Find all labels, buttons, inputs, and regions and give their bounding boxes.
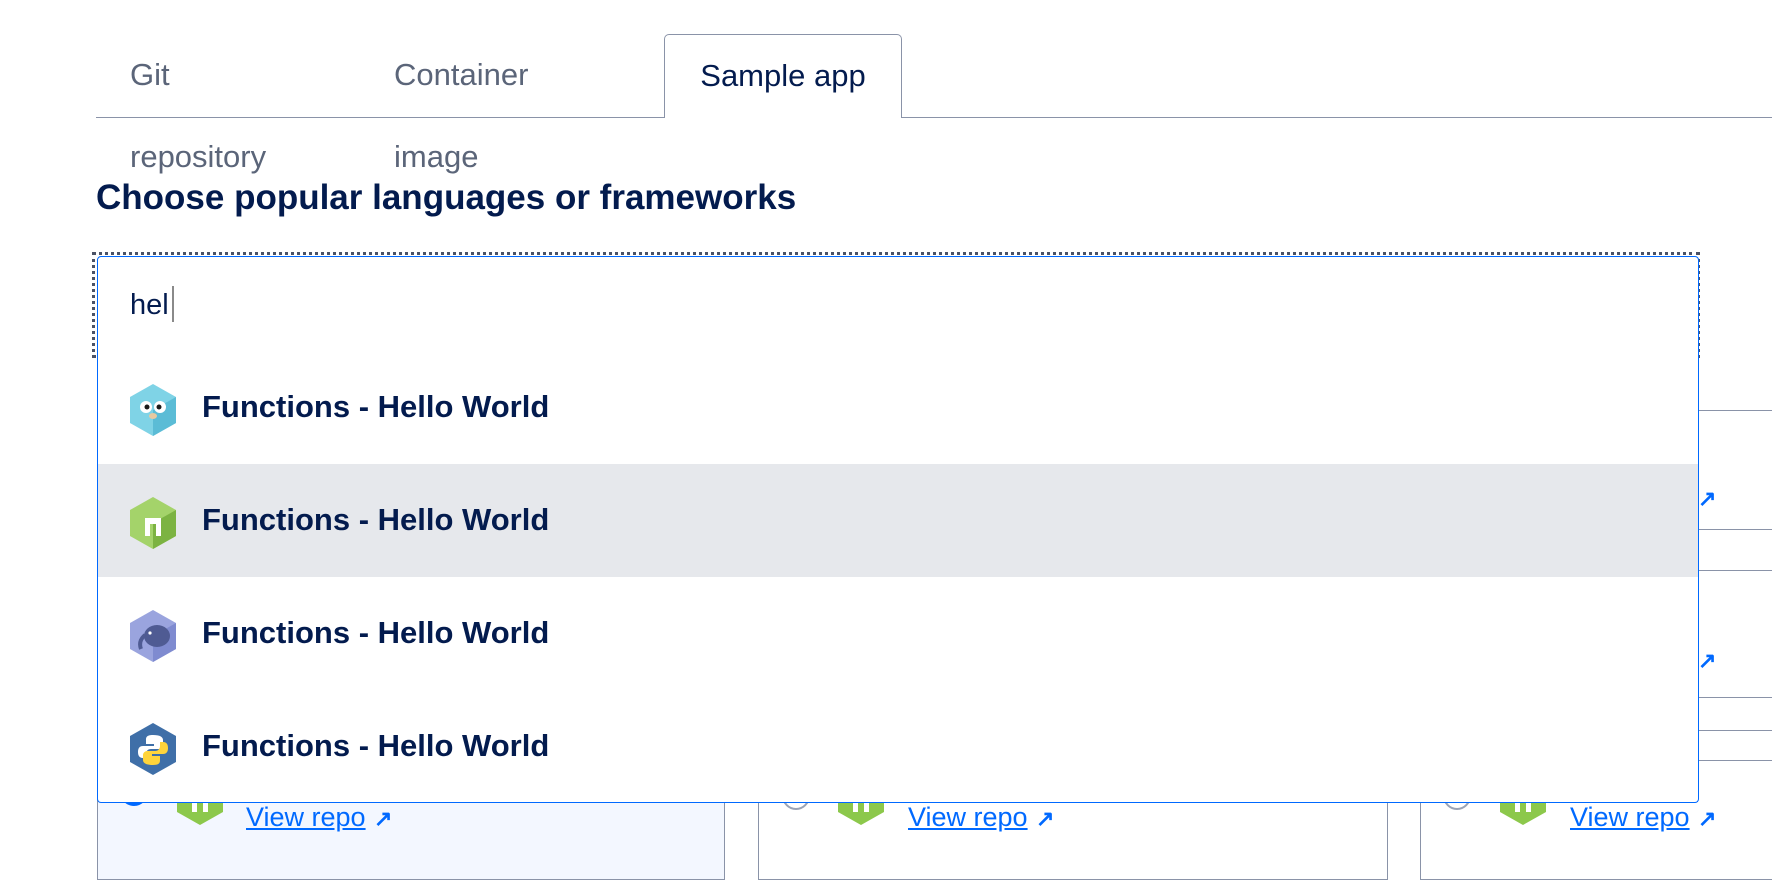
option-label: Functions - Hello World [202,502,550,537]
external-link-icon: ↗ [374,806,393,831]
source-tabs: Git repository Container image Sample ap… [96,34,1772,174]
framework-search-input[interactable] [130,283,1630,327]
dropdown-option[interactable]: Functions - Hello World [98,464,1698,577]
text-cursor [172,286,174,322]
external-link-icon: ↗ [1698,486,1717,511]
framework-search-combobox[interactable] [97,256,1699,352]
tab-container-image[interactable]: Container image [360,34,640,174]
tab-sample-app[interactable]: Sample app [664,34,902,118]
view-repo-link[interactable]: View repo [908,802,1028,833]
search-results-dropdown: Functions - Hello World Functions - Hell… [97,351,1699,803]
view-repo-link[interactable]: View repo [1570,802,1690,833]
section-heading: Choose popular languages or frameworks [96,178,797,217]
external-link-icon: ↗ [1036,806,1055,831]
dropdown-option[interactable]: Functions - Hello World [98,577,1698,690]
external-link-icon: ↗ [1698,648,1717,673]
python-icon [130,723,176,775]
go-gopher-icon [130,384,176,436]
tab-git-repository[interactable]: Git repository [96,34,346,174]
dropdown-option[interactable]: Functions - Hello World [98,351,1698,464]
nodejs-icon [130,497,176,549]
dropdown-option[interactable]: Functions - Hello World [98,690,1698,802]
option-label: Functions - Hello World [202,389,550,424]
external-link-icon: ↗ [1698,806,1717,831]
php-elephant-icon [130,610,176,662]
tab-divider [96,117,1772,118]
view-repo-link[interactable]: View repo [246,802,366,833]
option-label: Functions - Hello World [202,615,550,650]
option-label: Functions - Hello World [202,728,550,763]
